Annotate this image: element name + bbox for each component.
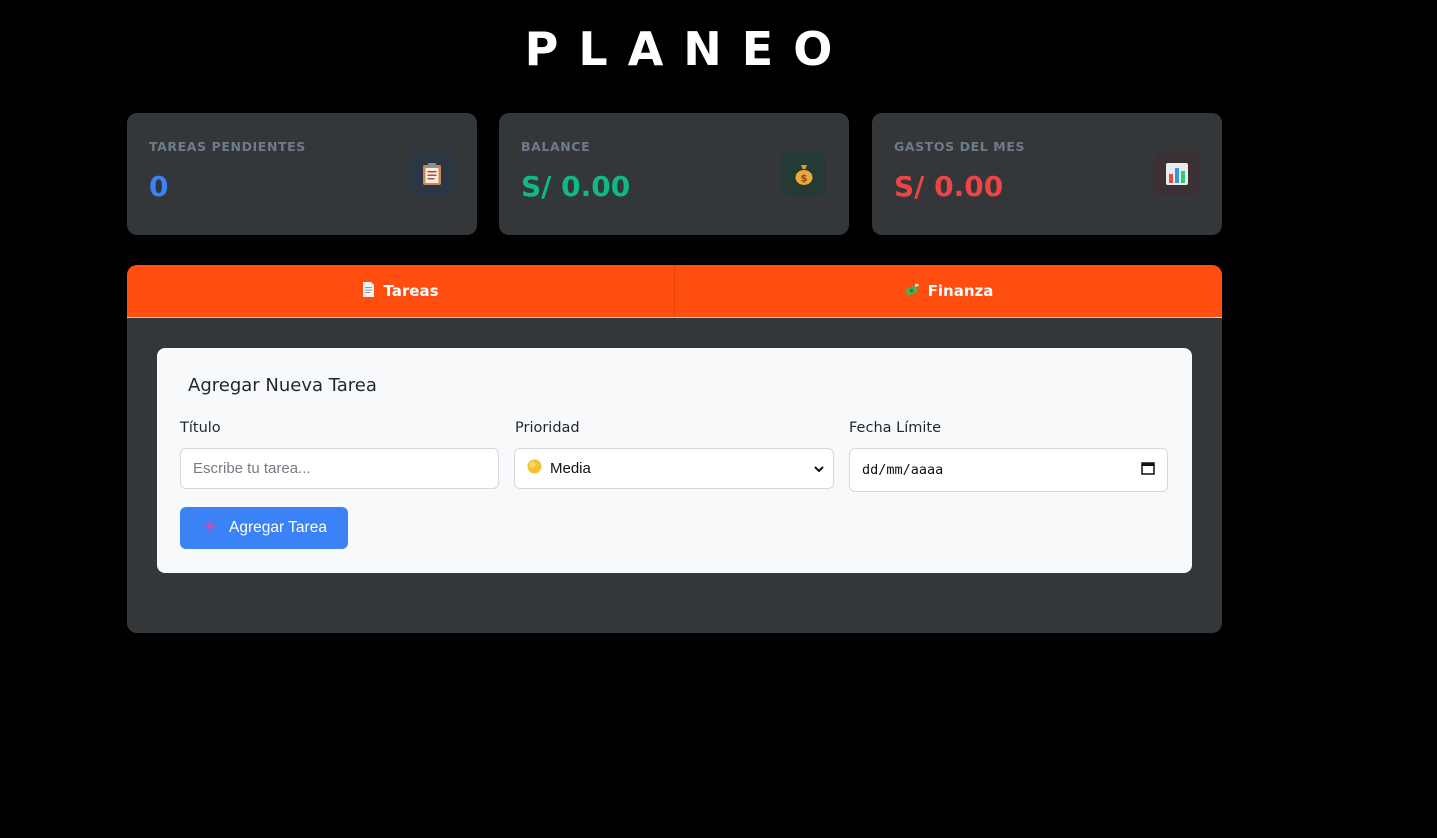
- svg-text:$: $: [800, 173, 807, 184]
- stat-label: GASTOS DEL MES: [894, 139, 1026, 154]
- main-panel: Tareas Finanza Agregar Nueva Tarea Títul…: [127, 265, 1222, 633]
- stat-value: S/ 0.00: [521, 170, 631, 203]
- money-bag-icon: $: [781, 151, 826, 196]
- form-title: Agregar Nueva Tarea: [188, 375, 377, 396]
- priority-field-label: Prioridad: [515, 420, 580, 436]
- document-icon: [362, 281, 375, 301]
- chevron-down-icon: [813, 462, 825, 479]
- add-task-form: Agregar Nueva Tarea Título Escribe tu ta…: [157, 348, 1192, 573]
- bar-chart-icon: [1154, 151, 1199, 196]
- title-field-label: Título: [180, 420, 221, 436]
- calendar-icon[interactable]: [1141, 461, 1155, 479]
- priority-selected: Media: [527, 459, 591, 478]
- due-date-input[interactable]: dd/mm/aaaa: [849, 448, 1168, 492]
- date-placeholder: dd/mm/aaaa: [862, 462, 944, 478]
- priority-value: Media: [550, 460, 591, 477]
- money-wings-icon: [904, 282, 920, 301]
- tab-label: Finanza: [927, 282, 994, 300]
- task-title-placeholder: Escribe tu tarea...: [193, 460, 311, 477]
- tab-label: Tareas: [383, 282, 439, 300]
- tab-tareas[interactable]: Tareas: [127, 265, 674, 317]
- tab-bar: Tareas Finanza: [127, 265, 1222, 318]
- date-field-label: Fecha Límite: [849, 420, 941, 436]
- stat-card-pending-tasks: TAREAS PENDIENTES 0: [127, 113, 477, 235]
- task-title-input[interactable]: Escribe tu tarea...: [180, 448, 499, 489]
- stat-label: TAREAS PENDIENTES: [149, 139, 306, 154]
- sparkle-icon: [201, 517, 219, 540]
- add-task-label: Agregar Tarea: [229, 519, 327, 536]
- stats-row: TAREAS PENDIENTES 0 BALANCE S/ 0.00 $ GA…: [127, 113, 1222, 235]
- clipboard-icon: [409, 151, 454, 196]
- stat-card-monthly-expenses: GASTOS DEL MES S/ 0.00: [872, 113, 1222, 235]
- stat-card-balance: BALANCE S/ 0.00 $: [499, 113, 849, 235]
- priority-select[interactable]: Media: [514, 448, 834, 489]
- stat-value: 0: [149, 170, 169, 203]
- stat-label: BALANCE: [521, 139, 591, 154]
- app-title: PLANEO: [524, 22, 853, 76]
- add-task-button[interactable]: Agregar Tarea: [180, 507, 348, 549]
- stat-value: S/ 0.00: [894, 170, 1004, 203]
- tab-finanza[interactable]: Finanza: [674, 265, 1222, 317]
- yellow-circle-icon: [527, 459, 542, 478]
